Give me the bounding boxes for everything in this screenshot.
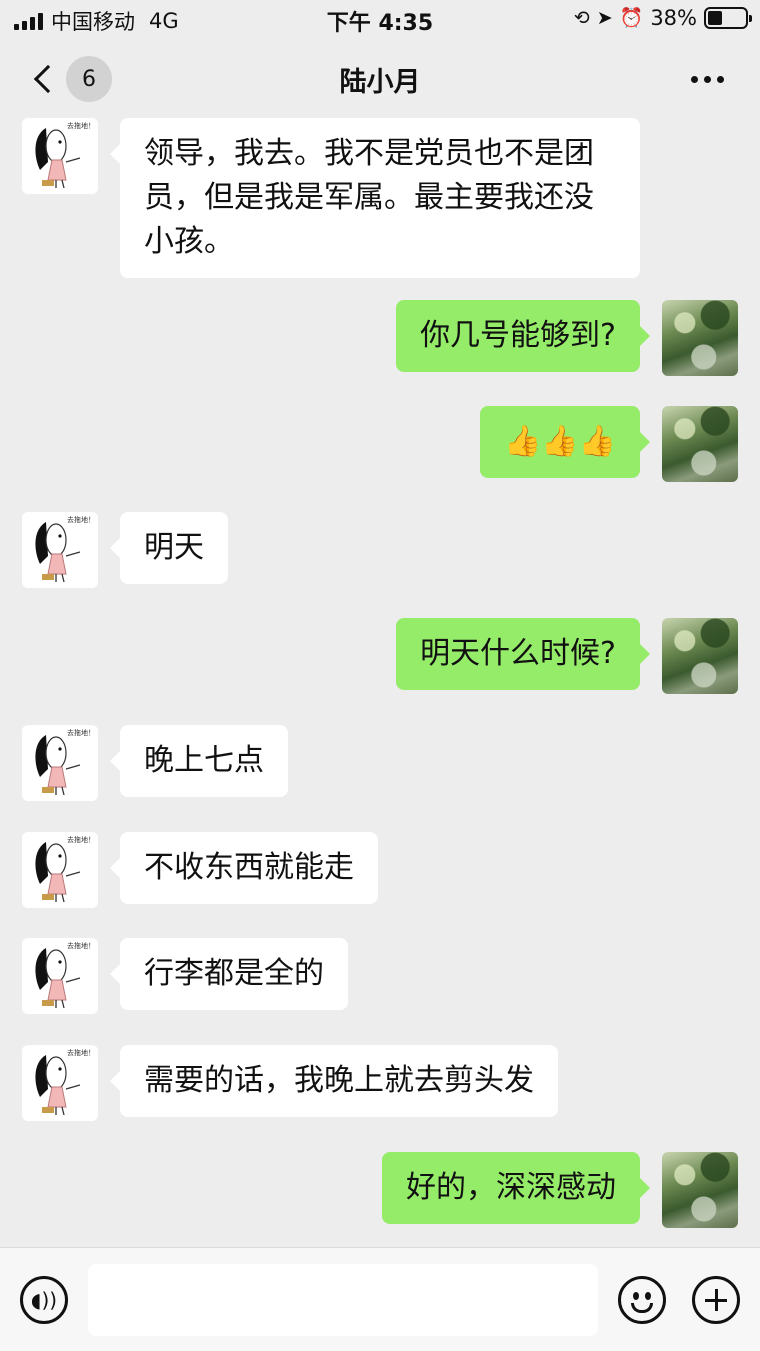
self-avatar[interactable] [662,1152,738,1228]
emoji-icon[interactable] [618,1276,666,1324]
cartoon-avatar-icon [35,735,81,796]
message-input[interactable] [88,1264,598,1336]
message-row: 你几号能够到? [396,300,738,376]
rotation-lock-icon: ⟲ [573,6,590,29]
contact-avatar[interactable]: 去拖地！ [22,832,98,908]
cartoon-avatar-icon [35,522,81,583]
battery-percent: 38% [650,6,697,30]
contact-avatar[interactable]: 去拖地！ [22,512,98,588]
self-avatar[interactable] [662,618,738,694]
message-row: 去拖地！ 晚上七点 [22,725,288,801]
plus-icon[interactable] [692,1276,740,1324]
message-row: 去拖地！ 需要的话，我晚上就去剪头发 [22,1045,558,1121]
contact-avatar[interactable]: 去拖地！ [22,1045,98,1121]
message-bubble[interactable]: 好的，深深感动 [382,1152,650,1224]
message-bubble[interactable]: 行李都是全的 [110,938,348,1010]
chat-title: 陆小月 [339,67,421,98]
alarm-icon: ⏰ [619,6,644,29]
voice-icon[interactable]: ◖)) [20,1276,68,1324]
location-icon: ➤ [596,6,613,29]
message-bubble[interactable]: 需要的话，我晚上就去剪头发 [110,1045,558,1117]
message-bubble[interactable]: 晚上七点 [110,725,288,797]
message-row: 去拖地！ 领导，我去。我不是党员也不是团员，但是我是军属。最主要我还没小孩。 [22,118,640,278]
message-bubble[interactable]: 你几号能够到? [396,300,650,372]
contact-avatar[interactable]: 去拖地！ [22,938,98,1014]
message-bubble[interactable]: 明天什么时候? [396,618,650,690]
emoji-message-bubble[interactable]: 👍👍👍 [479,406,651,478]
status-bar: 中国移动 4G 下午 4:35 ⟲ ➤ ⏰ 38% [0,0,760,40]
message-bubble[interactable]: 不收东西就能走 [110,832,378,904]
cartoon-avatar-icon [35,1055,81,1116]
self-avatar[interactable] [662,406,738,482]
message-row: 好的，深深感动 [382,1152,738,1228]
more-icon[interactable] [691,76,724,83]
input-bar: ◖)) [0,1247,760,1351]
message-row: 👍👍👍 [479,406,738,482]
contact-avatar[interactable]: 去拖地！ [22,118,98,194]
cartoon-avatar-icon [35,842,81,903]
cartoon-avatar-icon [35,128,81,189]
message-bubble[interactable]: 明天 [110,512,228,584]
message-row: 去拖地！ 行李都是全的 [22,938,348,1014]
message-row: 去拖地！ 不收东西就能走 [22,832,378,908]
cartoon-avatar-icon [35,948,81,1009]
message-row: 明天什么时候? [396,618,738,694]
nav-bar: 6 陆小月 [0,40,760,118]
self-avatar[interactable] [662,300,738,376]
battery-icon [704,7,752,29]
contact-avatar[interactable]: 去拖地！ [22,725,98,801]
message-row: 去拖地！ 明天 [22,512,228,588]
message-bubble[interactable]: 领导，我去。我不是党员也不是团员，但是我是军属。最主要我还没小孩。 [110,118,640,278]
